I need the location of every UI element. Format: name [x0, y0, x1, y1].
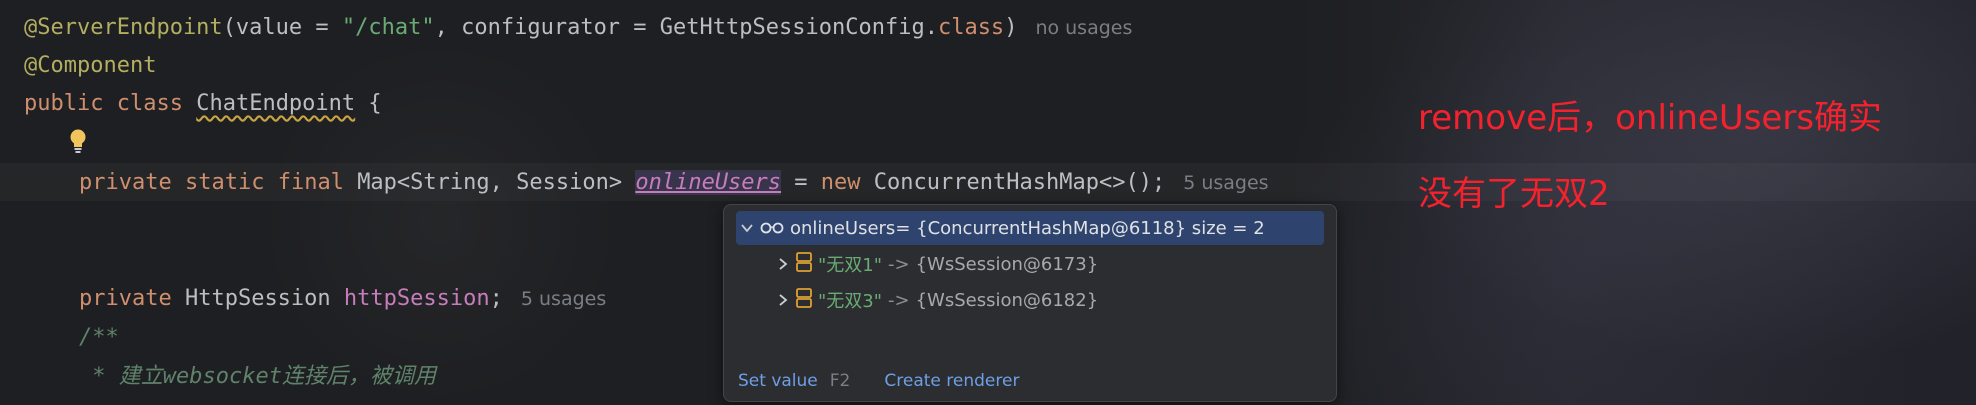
create-renderer-link[interactable]: Create renderer [884, 371, 1019, 391]
usages-hint[interactable]: 5 usages [521, 288, 606, 310]
set-value-link[interactable]: Set value [738, 371, 818, 391]
variable-value: = {ConcurrentHashMap@6118} size = 2 [895, 217, 1265, 239]
entry-key: "无双1" [818, 255, 883, 276]
usages-hint[interactable]: no usages [1035, 17, 1132, 39]
debug-value-popup[interactable]: onlineUsers = {ConcurrentHashMap@6118} s… [723, 204, 1337, 402]
annotation-component[interactable]: @Component [24, 53, 156, 78]
doc-comment: * 建立websocket连接后，被调用 [79, 364, 436, 389]
code-line-7[interactable]: * 建立websocket连接后，被调用 [79, 362, 436, 392]
type-name: Map<String, Session> [357, 170, 623, 195]
map-entry-icon [796, 251, 812, 277]
code-line-2[interactable]: @Component [24, 51, 156, 81]
entry-arrow: -> [888, 253, 910, 275]
code-text: = [781, 170, 821, 195]
code-line-4[interactable]: private static final Map<String, Session… [79, 168, 1269, 198]
tree-row-entry[interactable]: "无双3" -> {WsSession@6182} [772, 283, 1324, 317]
keyword: class [937, 15, 1005, 40]
code-text: ) [1004, 15, 1018, 40]
keyword: new [820, 170, 861, 195]
code-text: ; [489, 286, 503, 311]
constructor-call: ConcurrentHashMap<>(); [873, 170, 1166, 195]
variable-name: onlineUsers [790, 217, 896, 239]
entry-value: {WsSession@6173} [915, 253, 1099, 275]
entry-arrow: -> [888, 289, 910, 311]
background-artwork [1296, 0, 1976, 405]
code-line-5[interactable]: private HttpSession httpSession; 5 usages [79, 284, 606, 314]
annotation-server-endpoint[interactable]: @ServerEndpoint [24, 15, 223, 40]
annotation-note-line-2: 没有了无双2 [1418, 174, 1610, 214]
type-name: HttpSession [184, 286, 331, 311]
code-line-6[interactable]: /** [79, 323, 119, 353]
entry-key: "无双3" [818, 291, 883, 312]
map-entry-icon [796, 287, 812, 313]
keyword: static [184, 170, 265, 195]
keyword: public [24, 91, 104, 116]
keyword: private [79, 170, 172, 195]
keyword: private [79, 286, 172, 311]
code-line-3[interactable]: public class ChatEndpoint { [24, 89, 382, 119]
keyword: final [277, 170, 344, 195]
lightbulb-icon[interactable] [68, 128, 88, 154]
watch-glasses-icon [760, 218, 784, 239]
expand-arrow-icon[interactable] [772, 253, 794, 275]
tree-row-root[interactable]: onlineUsers = {ConcurrentHashMap@6118} s… [736, 211, 1324, 245]
field-online-users[interactable]: onlineUsers [635, 170, 782, 195]
doc-comment: /** [79, 325, 119, 350]
code-text: (value = [222, 15, 342, 40]
entry-value: {WsSession@6182} [915, 289, 1099, 311]
code-line-1[interactable]: @ServerEndpoint(value = "/chat", configu… [24, 13, 1132, 43]
collapse-arrow-icon[interactable] [736, 217, 758, 239]
code-text: { [355, 91, 382, 116]
keyword: class [116, 91, 183, 116]
string-literal: "/chat" [341, 15, 435, 40]
tree-row-entry[interactable]: "无双1" -> {WsSession@6173} [772, 247, 1324, 281]
field-http-session[interactable]: httpSession [344, 286, 490, 311]
expand-arrow-icon[interactable] [772, 289, 794, 311]
set-value-shortcut: F2 [829, 371, 851, 391]
annotation-note-line-1: remove后，onlineUsers确实 [1418, 98, 1883, 138]
popup-footer: Set value F2 Create renderer [738, 371, 1019, 391]
code-text: , configurator = GetHttpSessionConfig. [434, 15, 938, 40]
class-name[interactable]: ChatEndpoint [196, 91, 355, 116]
usages-hint[interactable]: 5 usages [1183, 172, 1268, 194]
